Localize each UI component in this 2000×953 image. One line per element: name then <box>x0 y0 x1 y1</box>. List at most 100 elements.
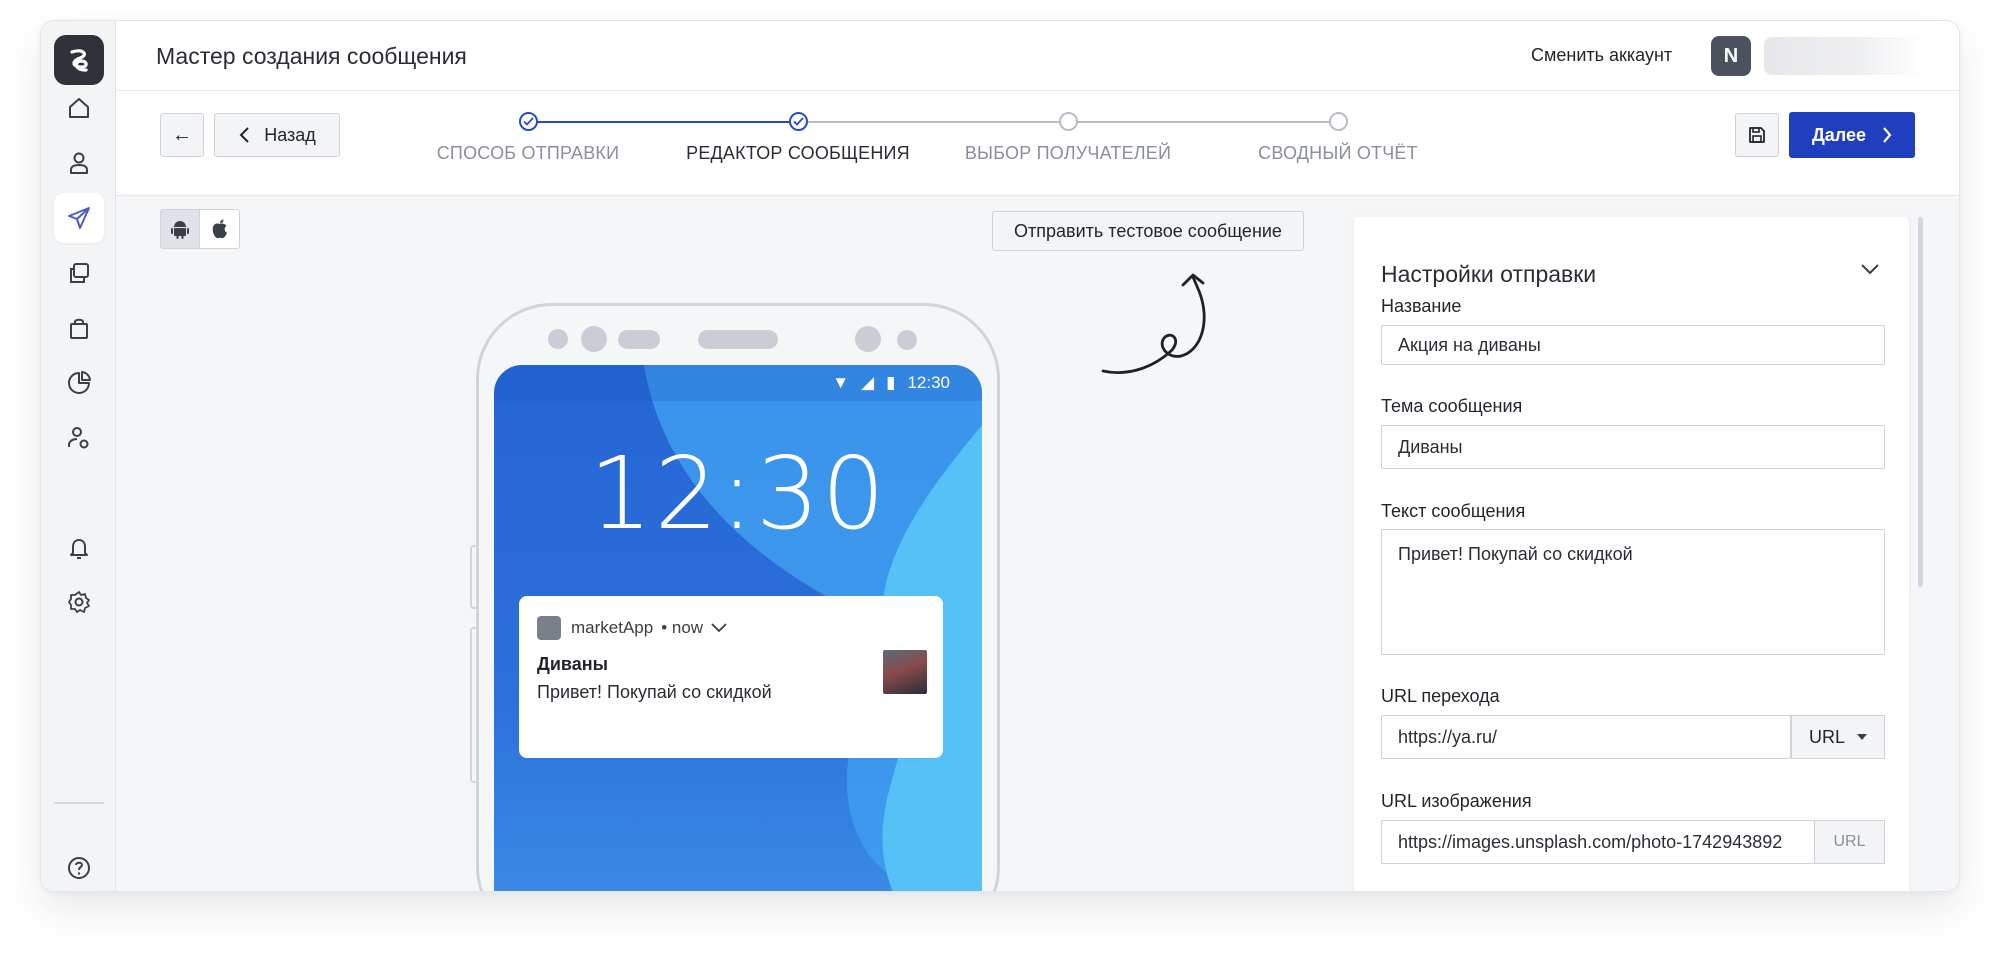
name-field[interactable]: Акция на диваны <box>1381 325 1885 365</box>
hand-drawn-arrow-icon <box>1101 273 1206 374</box>
phone-camera <box>855 326 881 352</box>
back-button-label: Назад <box>264 124 316 145</box>
step-2-dot <box>789 112 808 131</box>
bag-icon <box>70 318 88 339</box>
subject-label: Тема сообщения <box>1381 396 1523 416</box>
url-type-select[interactable]: URL <box>1791 715 1885 759</box>
app-icon <box>537 616 561 640</box>
page-title: Мастер создания сообщения <box>156 43 467 69</box>
step-4-dot <box>1329 112 1348 131</box>
text-label: Текст сообщения <box>1381 501 1526 521</box>
next-button[interactable]: Далее <box>1789 112 1915 158</box>
url-field[interactable]: https://ya.ru/ <box>1381 715 1791 759</box>
gear-icon <box>68 591 90 613</box>
sidebar-item-analytics[interactable] <box>54 358 104 408</box>
status-bar: ▼ ◢ ▮ 12:30 <box>494 365 982 401</box>
arrow-back-button[interactable]: ← <box>160 113 204 157</box>
avatar[interactable]: N <box>1711 36 1751 76</box>
check-icon <box>523 117 534 126</box>
phone-sensor <box>897 330 917 350</box>
check-icon <box>793 117 804 126</box>
platform-switch <box>160 209 240 249</box>
sidebar-item-home[interactable] <box>54 83 104 133</box>
step-2-label[interactable]: РЕДАКТОР СООБЩЕНИЯ <box>686 143 910 164</box>
app-logo[interactable] <box>54 35 104 85</box>
home-icon <box>69 98 89 118</box>
notification-app-name: marketApp <box>571 618 654 637</box>
step-3-label[interactable]: ВЫБОР ПОЛУЧАТЕЛЕЙ <box>965 143 1171 164</box>
battery-icon: ▮ <box>886 373 896 392</box>
wizard-toolbar: ← Назад СПОСОБ ОТПРАВКИ РЕДАКТОР СООБЩЕН… <box>116 91 1959 196</box>
sidebar-item-users[interactable] <box>54 138 104 188</box>
chevron-left-icon <box>239 127 249 143</box>
notification-time: • now <box>661 618 704 637</box>
notification-body: Привет! Покупай со скидкой <box>537 682 772 702</box>
panel-scrollbar[interactable] <box>1918 217 1923 587</box>
top-header: Мастер создания сообщения Сменить аккаун… <box>116 21 1959 91</box>
sidebar-item-templates[interactable] <box>54 248 104 298</box>
next-button-label: Далее <box>1811 124 1867 145</box>
image-url-label: URL изображения <box>1381 791 1532 811</box>
step-3-dot <box>1059 112 1078 131</box>
chevron-right-icon <box>1883 127 1892 143</box>
logo-icon <box>70 49 88 72</box>
notification-image <box>883 650 927 694</box>
sidebar-item-notifications[interactable] <box>54 523 104 573</box>
sidebar-item-settings[interactable] <box>54 577 104 627</box>
help-icon <box>68 857 90 879</box>
save-button[interactable] <box>1735 113 1779 157</box>
caret-down-icon <box>1857 734 1867 740</box>
ios-platform-button[interactable] <box>200 209 240 249</box>
status-time: 12:30 <box>907 373 950 392</box>
image-url-type[interactable]: URL <box>1814 820 1885 864</box>
android-icon <box>171 221 189 239</box>
apple-icon <box>212 219 227 239</box>
send-icon <box>68 207 90 229</box>
sidebar-divider <box>54 802 104 804</box>
phone-camera <box>581 326 607 352</box>
arrow-left-icon: ← <box>172 123 192 146</box>
phone-sensor <box>618 330 660 349</box>
sidebar-item-help[interactable] <box>54 843 104 891</box>
step-1-dot <box>519 112 538 131</box>
url-label: URL перехода <box>1381 686 1500 706</box>
user-settings-icon <box>68 427 89 449</box>
panel-title: Настройки отправки <box>1381 261 1597 287</box>
wifi-icon: ▼ <box>832 373 850 392</box>
copy-icon <box>70 263 89 283</box>
chevron-down-icon[interactable] <box>1861 263 1879 275</box>
floppy-disk-icon <box>1749 127 1765 143</box>
switch-account-link[interactable]: Сменить аккаунт <box>1531 45 1672 66</box>
android-platform-button[interactable] <box>160 209 200 249</box>
stepper-line-2 <box>798 121 1068 123</box>
phone-side-button <box>470 545 476 609</box>
sidebar-item-user-settings[interactable] <box>54 413 104 463</box>
notification-card[interactable]: marketApp • now Диваны Привет! Покупай с… <box>519 596 943 758</box>
lock-screen-clock: 12:30 <box>588 435 888 552</box>
notification-title: Диваны <box>537 654 608 674</box>
phone-speaker <box>698 330 778 349</box>
send-settings-panel: Настройки отправки Название Акция на див… <box>1354 217 1909 891</box>
sidebar <box>41 21 116 891</box>
stepper-line-3 <box>1068 121 1338 123</box>
signal-icon: ◢ <box>861 373 875 392</box>
back-button[interactable]: Назад <box>214 113 340 157</box>
pie-chart-icon <box>68 371 91 394</box>
app-window: Мастер создания сообщения Сменить аккаун… <box>40 20 1960 892</box>
step-4-label[interactable]: СВОДНЫЙ ОТЧЁТ <box>1258 143 1418 164</box>
notification-header: marketApp • now <box>571 618 727 638</box>
name-label: Название <box>1381 296 1462 316</box>
url-type-value: URL <box>1808 726 1845 747</box>
sidebar-item-shop[interactable] <box>54 303 104 353</box>
chevron-down-icon[interactable] <box>711 623 727 633</box>
send-test-button[interactable]: Отправить тестовое сообщение <box>992 211 1304 251</box>
image-url-field[interactable]: https://images.unsplash.com/photo-174294… <box>1381 820 1815 864</box>
stepper-line-1 <box>528 121 798 123</box>
step-1-label[interactable]: СПОСОБ ОТПРАВКИ <box>437 143 620 164</box>
subject-field[interactable]: Диваны <box>1381 425 1885 469</box>
message-text-area[interactable]: Привет! Покупай со скидкой <box>1381 529 1885 655</box>
phone-sensor <box>548 329 568 349</box>
sidebar-item-messages[interactable] <box>54 193 104 243</box>
account-name-blurred <box>1764 37 1924 75</box>
phone-side-button <box>470 627 476 783</box>
